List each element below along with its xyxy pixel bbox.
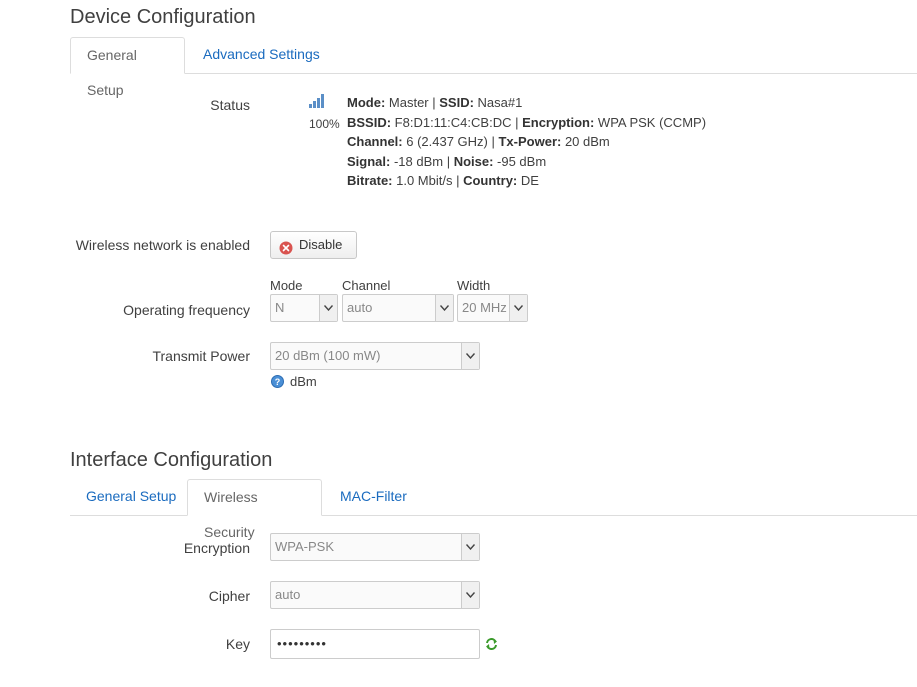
chevron-down-icon — [461, 343, 479, 369]
transmit-power-hint: dBm — [290, 374, 317, 389]
refresh-icon[interactable] — [485, 637, 498, 651]
transmit-power-label: Transmit Power — [152, 348, 250, 364]
tab-wireless-security[interactable]: Wireless Security — [187, 479, 322, 540]
encryption-select-value: WPA-PSK — [275, 539, 334, 554]
help-icon[interactable]: ? — [271, 375, 284, 388]
status-line-mode: Mode: Master | SSID: Nasa#1 — [347, 95, 523, 110]
device-config-title: Device Configuration — [70, 6, 256, 28]
disable-button-label: Disable — [299, 237, 343, 252]
mode-label: Mode — [270, 278, 303, 293]
key-input-value: ••••••••• — [277, 636, 327, 651]
tab-general-setup[interactable]: General Setup — [70, 479, 192, 514]
status-line-channel: Channel: 6 (2.437 GHz) | Tx-Power: 20 dB… — [347, 134, 610, 149]
interface-config-title: Interface Configuration — [70, 449, 273, 471]
disable-button[interactable]: Disable — [270, 231, 357, 259]
svg-text:?: ? — [275, 377, 281, 387]
chevron-down-icon — [461, 534, 479, 560]
status-label: Status — [210, 97, 250, 113]
chevron-down-icon — [435, 295, 453, 321]
encryption-select[interactable]: WPA-PSK — [270, 533, 480, 561]
channel-label: Channel — [342, 278, 391, 293]
width-label: Width — [457, 278, 491, 293]
key-input[interactable]: ••••••••• — [270, 629, 480, 659]
chevron-down-icon — [461, 582, 479, 608]
mode-select[interactable]: N — [270, 294, 338, 322]
wireless-enabled-label: Wireless network is enabled — [75, 237, 250, 253]
status-line-signal: Signal: -18 dBm | Noise: -95 dBm — [347, 154, 547, 169]
status-line-bssid: BSSID: F8:D1:11:C4:CB:DC | Encryption: W… — [347, 115, 707, 130]
device-tabs: General Setup Advanced Settings — [70, 37, 917, 98]
signal-strength-icon — [308, 94, 326, 108]
key-label: Key — [225, 636, 250, 652]
mode-select-value: N — [275, 300, 285, 315]
operating-frequency-label: Operating frequency — [123, 302, 250, 318]
cipher-select-value: auto — [275, 587, 301, 602]
width-select-value: 20 MHz — [462, 300, 507, 315]
tab-advanced-settings[interactable]: Advanced Settings — [187, 37, 336, 72]
transmit-power-value: 20 dBm (100 mW) — [275, 348, 381, 363]
disable-icon — [279, 238, 293, 255]
cipher-label: Cipher — [208, 588, 250, 604]
channel-select[interactable]: auto — [342, 294, 454, 322]
interface-tabs: General Setup Wireless Security MAC-Filt… — [70, 479, 917, 540]
chevron-down-icon — [509, 295, 527, 321]
channel-select-value: auto — [347, 300, 373, 315]
signal-percent: 100% — [309, 117, 340, 131]
transmit-power-select[interactable]: 20 dBm (100 mW) — [270, 342, 480, 370]
chevron-down-icon — [319, 295, 337, 321]
status-line-bitrate: Bitrate: 1.0 Mbit/s | Country: DE — [347, 173, 539, 188]
tab-general-setup[interactable]: General Setup — [70, 37, 185, 98]
width-select[interactable]: 20 MHz — [457, 294, 528, 322]
cipher-select[interactable]: auto — [270, 581, 480, 609]
encryption-label: Encryption — [183, 540, 250, 556]
tab-mac-filter[interactable]: MAC-Filter — [324, 479, 423, 514]
